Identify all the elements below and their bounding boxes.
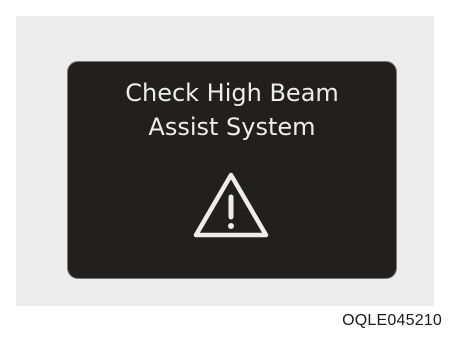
- warning-triangle-icon: [193, 172, 269, 238]
- warning-message-line1: Check High Beam: [125, 79, 339, 107]
- figure-code: OQLE045210: [342, 312, 442, 329]
- cluster-display: Check High Beam Assist System: [67, 61, 397, 279]
- warning-message-line2: Assist System: [148, 113, 316, 141]
- warning-message: Check High Beam Assist System: [68, 76, 396, 144]
